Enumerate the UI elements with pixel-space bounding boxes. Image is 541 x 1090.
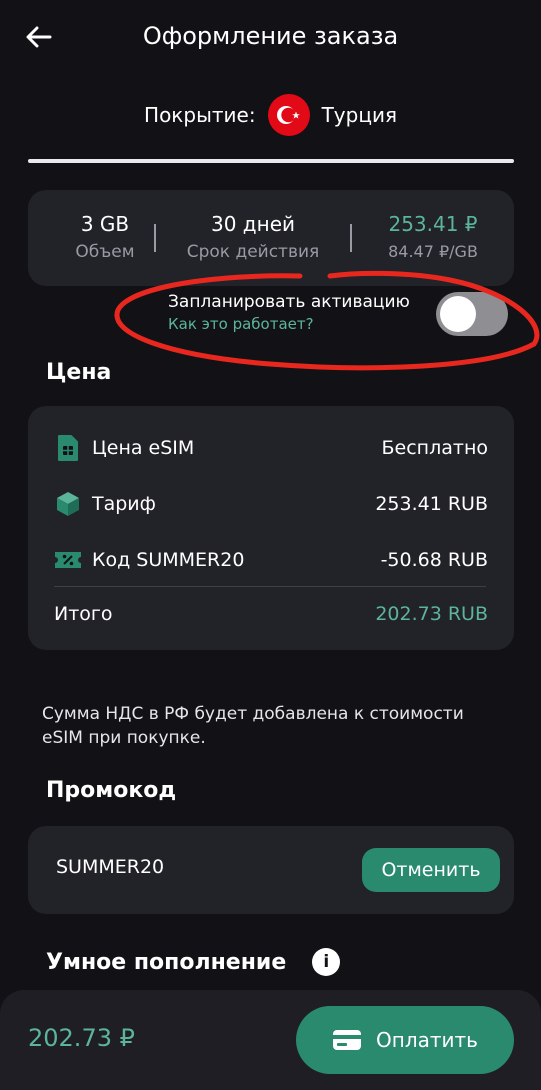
pay-button[interactable]: Оплатить [296, 1006, 514, 1074]
price-row-value: Бесплатно [381, 437, 489, 459]
page-title: Оформление заказа [142, 22, 399, 50]
discount-ticket-icon [54, 546, 82, 574]
info-icon[interactable]: i [312, 948, 341, 976]
duration-block: 30 дней Срок действия [173, 212, 333, 262]
price-row-value: -50.68 RUB [380, 549, 488, 571]
volume-label: Объем [75, 242, 135, 262]
toggle-knob [440, 296, 476, 332]
volume-value: 3 GB [80, 212, 130, 236]
promo-section-title: Промокод [46, 778, 177, 803]
price-section-title: Цена [46, 360, 112, 385]
price-card: Цена eSIM Бесплатно Тариф 253.41 RUB Код… [28, 406, 514, 650]
price-row-value: 253.41 RUB [375, 493, 488, 515]
price-row-name: Цена eSIM [92, 437, 195, 459]
smart-topup-row: Умное пополнение i [46, 944, 341, 980]
cancel-promo-button[interactable]: Отменить [362, 848, 500, 892]
duration-label: Срок действия [186, 242, 320, 262]
plan-summary-card: 3 GB Объем 30 дней Срок действия 253.41 … [28, 190, 514, 286]
coverage-country: Турция [321, 103, 397, 127]
price-row-esim: Цена eSIM Бесплатно [54, 428, 488, 468]
package-cube-icon [54, 490, 82, 518]
vat-note: Сумма НДС в РФ будет добавлена к стоимос… [42, 704, 464, 748]
total-value: 202.73 RUB [375, 603, 488, 625]
coverage-row: Покрытие: Турция [0, 92, 541, 138]
summary-separator [350, 224, 352, 252]
pay-button-label: Оплатить [376, 1028, 478, 1052]
total-label: Итого [54, 603, 113, 625]
price-row-total: Итого 202.73 RUB [54, 594, 488, 634]
summary-separator [154, 224, 156, 252]
turkey-flag-icon [267, 94, 310, 136]
price-row-promo: Код SUMMER20 -50.68 RUB [54, 540, 488, 580]
schedule-activation-toggle[interactable] [436, 292, 508, 336]
plan-price-value: 253.41 ₽ [388, 212, 478, 236]
duration-value: 30 дней [210, 212, 295, 236]
price-row-tariff: Тариф 253.41 RUB [54, 484, 488, 524]
volume-block: 3 GB Объем [50, 212, 160, 262]
app-header: Оформление заказа [0, 0, 541, 72]
checkout-total: 202.73 ₽ [28, 1024, 135, 1052]
promo-code-value: SUMMER20 [56, 856, 165, 878]
price-row-name: Тариф [92, 493, 156, 515]
price-row-name: Код SUMMER20 [92, 549, 245, 571]
price-block: 253.41 ₽ 84.47 ₽/GB [370, 212, 496, 261]
coverage-label: Покрытие: [144, 103, 256, 127]
price-per-gb: 84.47 ₽/GB [388, 242, 478, 261]
credit-card-icon [333, 1030, 362, 1050]
promo-card: SUMMER20 Отменить [28, 826, 514, 914]
header-divider [28, 159, 514, 163]
checkout-bar: 202.73 ₽ Оплатить [0, 990, 541, 1090]
smart-topup-title: Умное пополнение [46, 949, 287, 975]
sim-card-icon [54, 434, 82, 462]
price-divider [54, 586, 486, 587]
